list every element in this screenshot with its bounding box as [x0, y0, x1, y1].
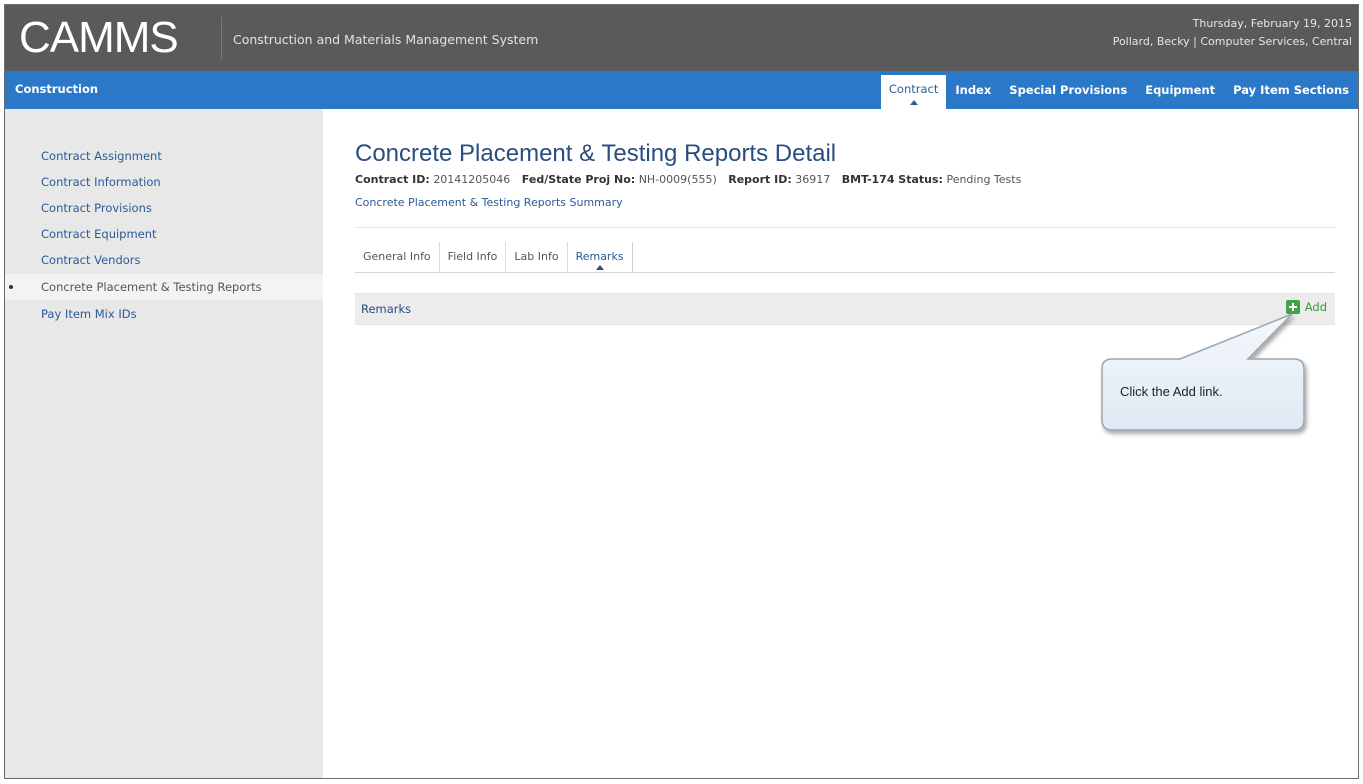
sidebar-item-contract-assignment[interactable]: Contract Assignment [41, 149, 162, 163]
sidebar: Contract Assignment Contract Information… [5, 109, 323, 778]
page-title: Concrete Placement & Testing Reports Det… [355, 140, 837, 167]
tab-special-provisions[interactable]: Special Provisions [1000, 71, 1136, 109]
header-divider [221, 17, 222, 59]
add-link-label: Add [1304, 300, 1327, 314]
status-value: Pending Tests [946, 173, 1022, 186]
user-info: Pollard, Becky | Computer Services, Cent… [1112, 35, 1352, 48]
contract-id-label: Contract ID: [355, 173, 430, 186]
proj-no-label: Fed/State Proj No: [521, 173, 636, 186]
detail-tabs: General Info Field Info Lab Info Remarks [355, 242, 1335, 273]
main-nav: Construction Contract Index Special Prov… [5, 71, 1358, 109]
sidebar-item-pay-item-mix-ids[interactable]: Pay Item Mix IDs [41, 307, 137, 321]
camms-logo: CAMMS [19, 13, 179, 62]
proj-no-value: NH-0009(555) [638, 173, 717, 186]
report-id-value: 36917 [795, 173, 831, 186]
summary-breadcrumb-link[interactable]: Concrete Placement & Testing Reports Sum… [355, 196, 623, 209]
sidebar-item-concrete-reports[interactable]: Concrete Placement & Testing Reports [5, 274, 323, 300]
tab-contract[interactable]: Contract [880, 75, 947, 109]
remarks-section-label: Remarks [361, 302, 412, 316]
tab-lab-info[interactable]: Lab Info [506, 242, 568, 272]
active-bullet-icon [9, 285, 13, 289]
active-subtab-caret-icon [595, 265, 604, 270]
tab-equipment[interactable]: Equipment [1136, 71, 1224, 109]
tab-remarks-label: Remarks [575, 250, 624, 263]
tab-contract-label: Contract [888, 82, 939, 96]
sidebar-item-contract-information[interactable]: Contract Information [41, 175, 161, 189]
active-caret-icon [909, 100, 918, 105]
sidebar-item-label: Concrete Placement & Testing Reports [41, 280, 262, 294]
main-content: Concrete Placement & Testing Reports Det… [323, 109, 1358, 778]
module-label[interactable]: Construction [15, 82, 98, 96]
current-date: Thursday, February 19, 2015 [1192, 17, 1352, 30]
add-plus-icon [1285, 300, 1300, 314]
sidebar-item-contract-equipment[interactable]: Contract Equipment [41, 227, 157, 241]
tab-field-info[interactable]: Field Info [440, 242, 507, 272]
sidebar-item-contract-vendors[interactable]: Contract Vendors [41, 253, 141, 267]
tab-index[interactable]: Index [946, 71, 1000, 109]
status-label: BMT-174 Status: [841, 173, 943, 186]
sidebar-item-contract-provisions[interactable]: Contract Provisions [41, 201, 152, 215]
report-meta: Contract ID: 20141205046 Fed/State Proj … [355, 173, 1029, 186]
app-name: Construction and Materials Management Sy… [233, 32, 539, 47]
tab-general-info[interactable]: General Info [355, 242, 440, 272]
tab-remarks[interactable]: Remarks [568, 242, 633, 272]
nav-tabs: Contract Index Special Provisions Equipm… [880, 71, 1358, 109]
top-header: CAMMS Construction and Materials Managem… [5, 5, 1358, 71]
contract-id-value: 20141205046 [433, 173, 511, 186]
divider [355, 227, 1335, 228]
remarks-section-header: Remarks Add [355, 293, 1335, 325]
callout-text: Click the Add link. [1120, 384, 1223, 399]
tab-pay-item-sections[interactable]: Pay Item Sections [1224, 71, 1358, 109]
report-id-label: Report ID: [728, 173, 792, 186]
add-remark-link[interactable]: Add [1285, 300, 1327, 314]
